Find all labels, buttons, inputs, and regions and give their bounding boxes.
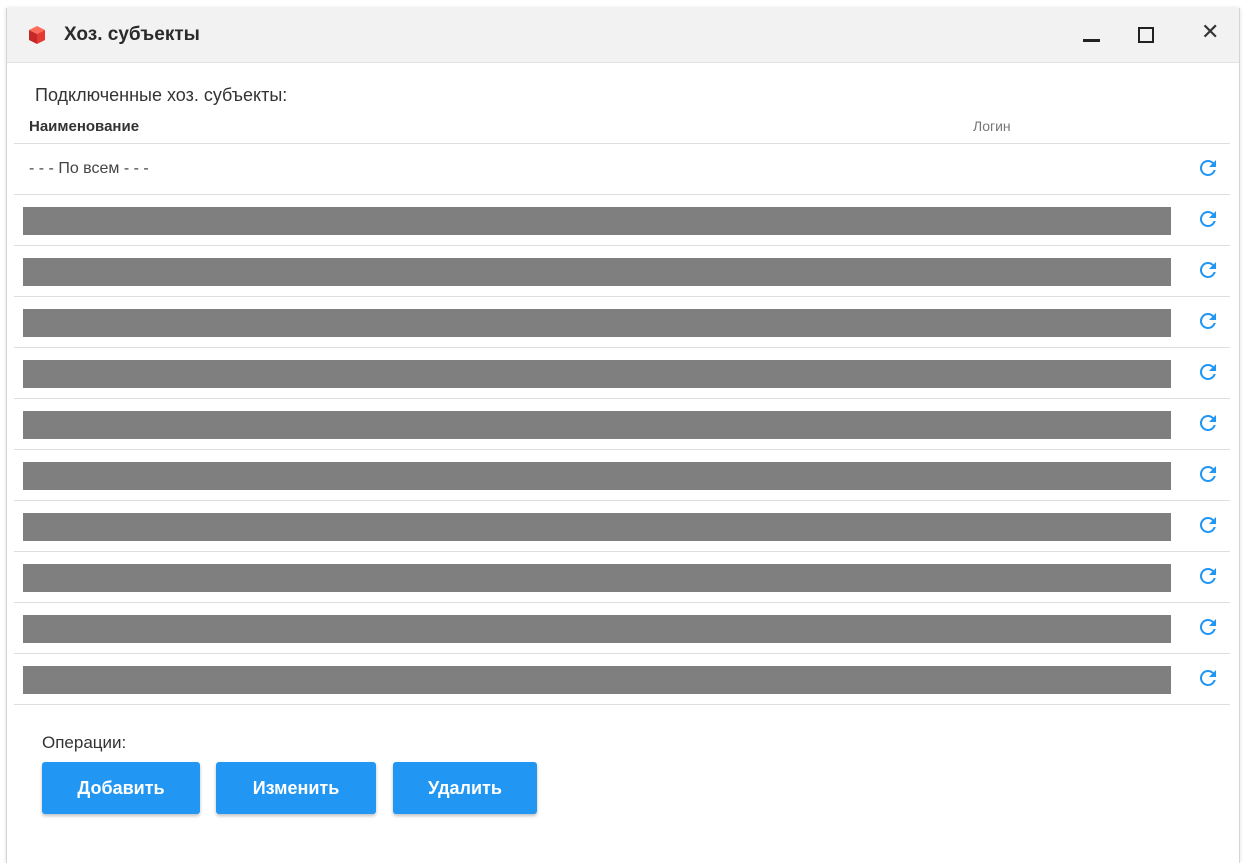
table-row[interactable] [14,296,1230,347]
delete-button[interactable]: Удалить [393,762,537,814]
row-name: - - - По всем - - - [29,160,149,177]
operations-label: Операции: [42,733,127,752]
table-row[interactable] [14,653,1230,705]
refresh-icon[interactable] [1196,360,1220,384]
redacted-cell [23,513,1171,541]
refresh-icon[interactable] [1196,513,1220,537]
minimize-icon [1083,39,1100,42]
column-header-name[interactable]: Наименование [29,118,139,135]
table-row[interactable] [14,602,1230,653]
window: Хоз. субъекты ✕ Подключенные хоз. субъек… [6,8,1240,863]
refresh-icon[interactable] [1196,462,1220,486]
red-cube-icon [29,26,45,44]
refresh-icon[interactable] [1196,156,1220,180]
close-icon: ✕ [1201,20,1220,45]
minimize-button[interactable] [1069,8,1115,62]
redacted-cell [23,207,1171,235]
redacted-cell [23,360,1171,388]
table-row[interactable] [14,347,1230,398]
entities-table: - - - По всем - - - [14,143,1230,705]
refresh-icon[interactable] [1196,309,1220,333]
table-row[interactable] [14,245,1230,296]
redacted-cell [23,615,1171,643]
column-header-login[interactable]: Логин [973,118,1011,134]
redacted-cell [23,258,1171,286]
redacted-cell [23,564,1171,592]
redacted-cell [23,411,1171,439]
table-row[interactable] [14,551,1230,602]
title-bar[interactable]: Хоз. субъекты ✕ [7,8,1239,63]
redacted-cell [23,666,1171,694]
refresh-icon[interactable] [1196,666,1220,690]
close-button[interactable]: ✕ [1187,8,1233,62]
section-label: Подключенные хоз. субъекты: [35,85,288,105]
refresh-icon[interactable] [1196,615,1220,639]
table-row[interactable] [14,500,1230,551]
table-row[interactable]: - - - По всем - - - [14,143,1230,194]
add-button[interactable]: Добавить [42,762,200,814]
redacted-cell [23,309,1171,337]
maximize-icon [1138,27,1154,43]
redacted-cell [23,462,1171,490]
refresh-icon[interactable] [1196,258,1220,282]
table-row[interactable] [14,398,1230,449]
window-title: Хоз. субъекты [64,24,200,45]
refresh-icon[interactable] [1196,207,1220,231]
maximize-button[interactable] [1123,8,1169,62]
refresh-icon[interactable] [1196,411,1220,435]
refresh-icon[interactable] [1196,564,1220,588]
table-row[interactable] [14,449,1230,500]
edit-button[interactable]: Изменить [216,762,376,814]
table-row[interactable] [14,194,1230,245]
